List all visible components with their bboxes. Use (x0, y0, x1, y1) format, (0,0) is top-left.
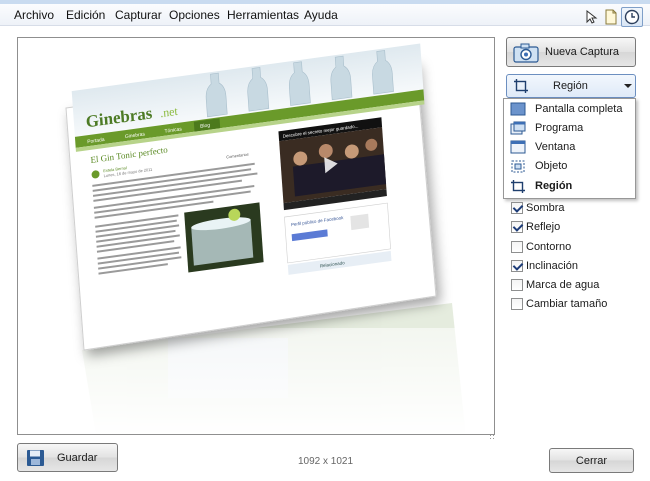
chevron-down-icon (624, 84, 632, 88)
option-reflection[interactable]: Reflejo (511, 220, 571, 236)
fullscreen-icon (510, 102, 526, 120)
option-label: Contorno (526, 241, 572, 253)
option-outline[interactable]: Contorno (511, 240, 581, 256)
region-icon (510, 179, 526, 197)
capture-mode-value: Región (553, 80, 588, 92)
menu-ayuda[interactable]: Ayuda (304, 8, 338, 22)
save-button[interactable]: Guardar (17, 443, 118, 472)
tilt-checkbox[interactable] (511, 260, 523, 272)
program-icon (510, 121, 526, 139)
resize-grip[interactable] (489, 434, 495, 440)
reflection-checkbox[interactable] (511, 221, 523, 233)
option-tilt[interactable]: Inclinación (511, 259, 591, 275)
option-label: Reflejo (526, 221, 561, 233)
dropdown-item-label: Pantalla completa (535, 103, 623, 115)
timer-icon[interactable] (621, 7, 643, 27)
option-label: Inclinación (526, 260, 578, 272)
menu-archivo[interactable]: Archivo (14, 8, 54, 22)
site-logo-suffix: .net (160, 104, 179, 120)
dropdown-item-window[interactable]: Ventana (504, 138, 635, 157)
close-label: Cerrar (575, 455, 608, 467)
save-label: Guardar (57, 452, 98, 464)
new-capture-button[interactable]: Nueva Captura (506, 37, 636, 67)
floppy-disk-icon (26, 449, 48, 470)
menu-opciones[interactable]: Opciones (169, 8, 220, 22)
option-label: Sombra (526, 202, 565, 214)
option-watermark[interactable]: Marca de agua (511, 278, 611, 294)
close-button[interactable]: Cerrar (549, 448, 634, 473)
dropdown-item-object[interactable]: Objeto (504, 157, 635, 176)
page-icon[interactable] (603, 9, 619, 25)
capture-preview: Ginebras .net Portada Ginebras Tónicas B… (17, 37, 495, 435)
resize-checkbox[interactable] (511, 298, 523, 310)
dropdown-item-label: Ventana (535, 141, 576, 153)
image-dimensions: 1092 x 1021 (298, 456, 354, 467)
option-resize[interactable]: Cambiar tamaño (511, 297, 621, 313)
new-capture-label: Nueva Captura (545, 46, 619, 58)
menu-herramientas[interactable]: Herramientas (227, 8, 299, 22)
capture-mode-select[interactable]: Región (506, 74, 636, 98)
object-icon (510, 159, 526, 177)
capture-mode-dropdown: Pantalla completa Programa Ventana Objet… (503, 98, 636, 199)
option-label: Marca de agua (526, 279, 600, 291)
menu-edicion[interactable]: Edición (66, 8, 105, 22)
region-icon (513, 78, 529, 97)
dropdown-item-region[interactable]: Región (504, 177, 635, 196)
window-icon (510, 140, 526, 158)
camera-icon (513, 43, 539, 66)
dropdown-item-program[interactable]: Programa (504, 119, 635, 138)
captured-screenshot-image: Ginebras .net Portada Ginebras Tónicas B… (18, 43, 494, 434)
menu-capturar[interactable]: Capturar (115, 8, 162, 22)
shadow-checkbox[interactable] (511, 202, 523, 214)
outline-checkbox[interactable] (511, 241, 523, 253)
dropdown-item-label: Programa (535, 122, 584, 134)
dropdown-item-fullscreen[interactable]: Pantalla completa (504, 100, 635, 119)
cursor-icon[interactable] (583, 9, 599, 25)
option-label: Cambiar tamaño (526, 298, 608, 310)
dropdown-item-label: Región (535, 180, 573, 192)
menu-bar: Archivo Edición Capturar Opciones Herram… (0, 4, 650, 27)
watermark-checkbox[interactable] (511, 279, 523, 291)
dropdown-item-label: Objeto (535, 160, 568, 172)
option-shadow[interactable]: Sombra (511, 201, 571, 217)
